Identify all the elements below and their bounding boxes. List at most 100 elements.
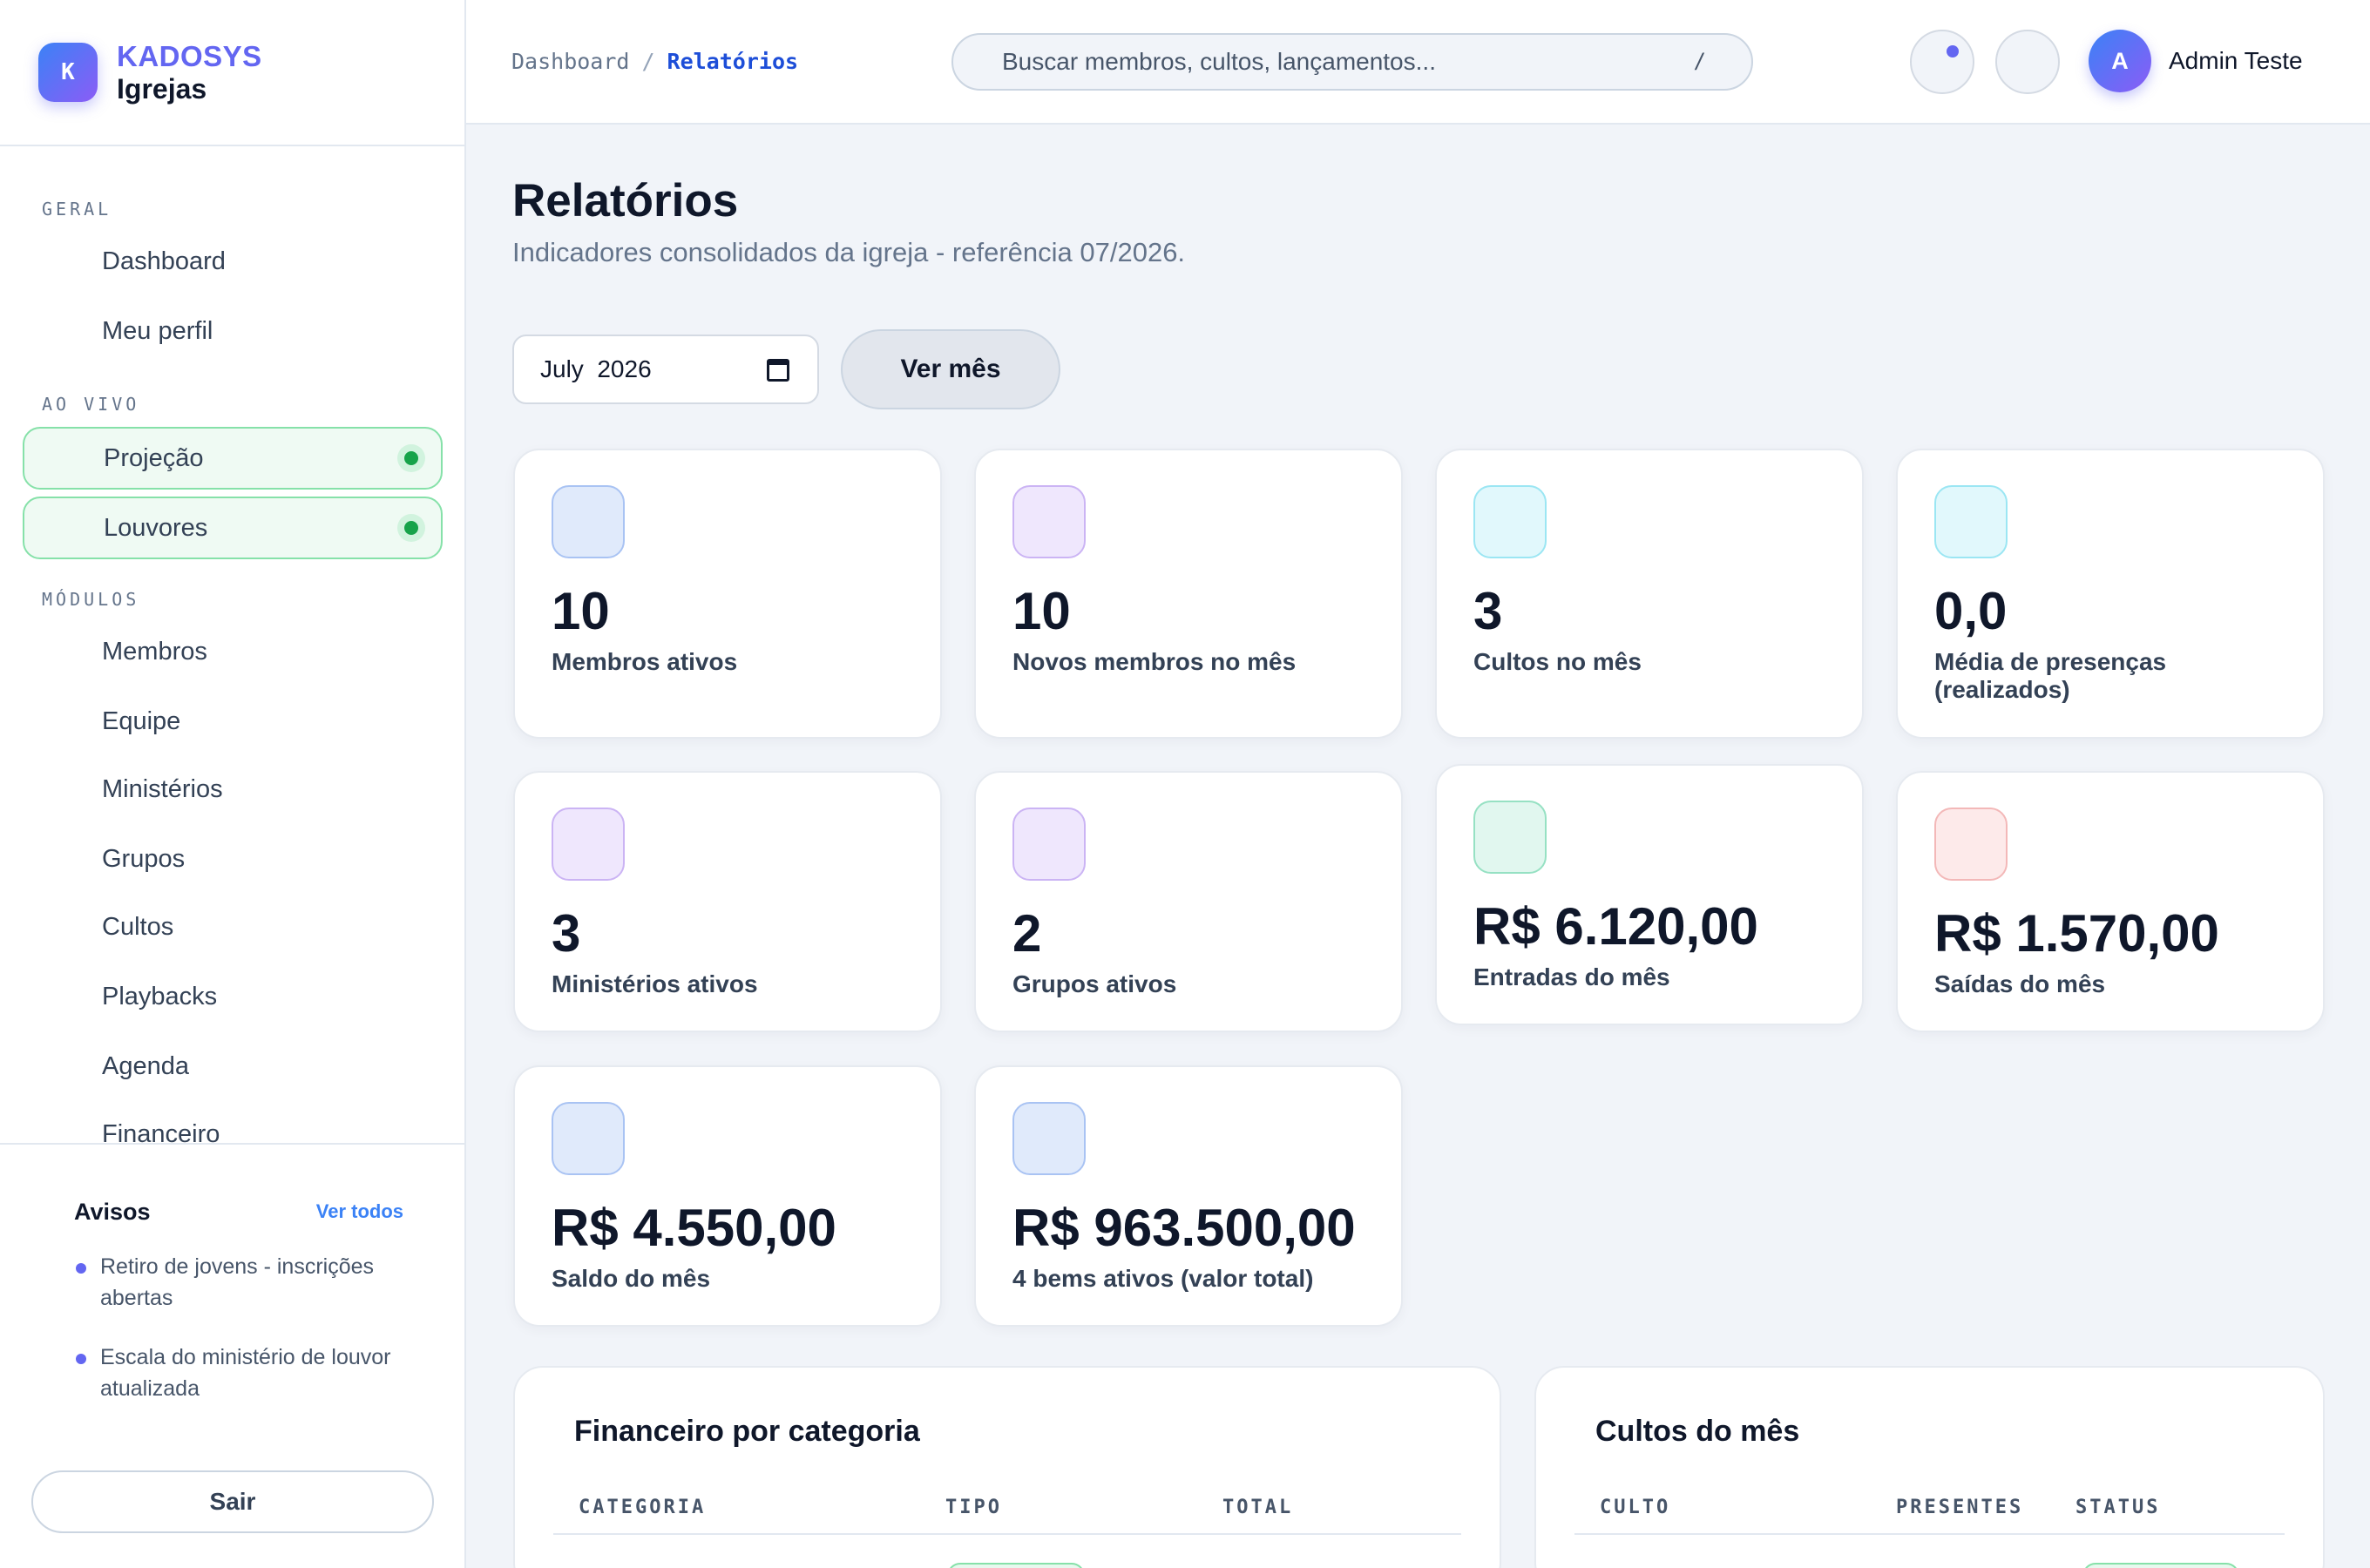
sidebar-item-label: Financeiro bbox=[102, 1119, 220, 1144]
live-indicator-icon bbox=[397, 514, 425, 542]
type-badge bbox=[947, 1563, 1085, 1568]
sidebar-item-playbacks[interactable]: Playbacks bbox=[23, 965, 443, 1028]
nav-section-ao-vivo: AO VIVO bbox=[42, 394, 140, 415]
stat-card-cultos-mes: 3 Cultos no mês bbox=[1435, 449, 1864, 739]
brand-name: KADOSYS bbox=[117, 39, 262, 72]
stat-value: 10 bbox=[1012, 582, 1071, 640]
stat-card-ministerios: 3 Ministérios ativos bbox=[513, 771, 942, 1032]
stat-label: Cultos no mês bbox=[1473, 648, 1642, 675]
sidebar-item-agenda[interactable]: Agenda bbox=[23, 1035, 443, 1098]
table-header-divider bbox=[553, 1533, 1461, 1535]
notices-view-all-link[interactable]: Ver todos bbox=[316, 1200, 403, 1223]
panel-title: Financeiro por categoria bbox=[574, 1415, 920, 1448]
column-header-presentes: PRESENTES bbox=[1896, 1497, 2024, 1518]
logout-button[interactable]: Sair bbox=[31, 1470, 434, 1533]
sidebar-item-equipe[interactable]: Equipe bbox=[23, 690, 443, 753]
stat-value: 0,0 bbox=[1934, 582, 2008, 640]
stat-value: R$ 963.500,00 bbox=[1012, 1199, 1356, 1257]
brand[interactable]: K KADOSYS Igrejas bbox=[0, 0, 464, 146]
page-title: Relatórios bbox=[512, 175, 739, 226]
column-header-culto: CULTO bbox=[1600, 1497, 1671, 1518]
stat-label: 4 bems ativos (valor total) bbox=[1012, 1265, 1314, 1292]
stat-label: Grupos ativos bbox=[1012, 970, 1177, 997]
stat-card-novos-membros: 10 Novos membros no mês bbox=[974, 449, 1403, 739]
groups-icon bbox=[1012, 808, 1086, 881]
column-header-status: STATUS bbox=[2075, 1497, 2161, 1518]
column-header-categoria: CATEGORIA bbox=[579, 1497, 707, 1518]
breadcrumb: Dashboard / Relatórios bbox=[511, 49, 798, 74]
page-subtitle: Indicadores consolidados da igreja - ref… bbox=[512, 237, 1186, 267]
sidebar-item-label: Membros bbox=[102, 637, 207, 666]
status-badge bbox=[2082, 1563, 2239, 1568]
sidebar-item-label: Ministérios bbox=[102, 774, 223, 803]
view-month-button[interactable]: Ver mês bbox=[841, 329, 1060, 409]
month-picker-input[interactable]: July 2026 bbox=[512, 335, 819, 404]
search-input[interactable]: Buscar membros, cultos, lançamentos... / bbox=[951, 33, 1753, 91]
stat-label: Média de presenças (realizados) bbox=[1934, 648, 2167, 703]
stat-card-entradas: R$ 6.120,00 Entradas do mês bbox=[1435, 764, 1864, 1025]
stat-card-saldo: R$ 4.550,00 Saldo do mês bbox=[513, 1065, 942, 1327]
table-header-divider bbox=[1574, 1533, 2285, 1535]
sidebar-item-label: Equipe bbox=[102, 706, 181, 735]
sidebar-item-meu-perfil[interactable]: Meu perfil bbox=[23, 300, 443, 362]
notice-item[interactable]: Escala do ministério de louvor atualizad… bbox=[74, 1342, 423, 1404]
sidebar-item-louvores[interactable]: Louvores bbox=[23, 497, 443, 559]
live-indicator-icon bbox=[397, 444, 425, 472]
financeiro-por-categoria-panel: Financeiro por categoria CATEGORIA TIPO … bbox=[513, 1366, 1501, 1568]
notices-panel: Avisos Ver todos Retiro de jovens - insc… bbox=[0, 1143, 464, 1568]
stat-label: Membros ativos bbox=[552, 648, 738, 675]
sidebar-item-dashboard[interactable]: Dashboard bbox=[23, 230, 443, 293]
sidebar-item-label: Projeção bbox=[104, 443, 204, 472]
stat-card-saidas: R$ 1.570,00 Saídas do mês bbox=[1896, 771, 2325, 1032]
sidebar-nav: GERAL Dashboard Meu perfil AO VIVO Proje… bbox=[0, 146, 464, 1143]
panel-title: Cultos do mês bbox=[1595, 1415, 1800, 1448]
stat-value: 2 bbox=[1012, 904, 1042, 963]
user-name[interactable]: Admin Teste bbox=[2169, 47, 2303, 75]
income-icon bbox=[1473, 801, 1547, 874]
theme-toggle-button[interactable] bbox=[1995, 30, 2060, 94]
balance-icon bbox=[552, 1102, 625, 1175]
sidebar: K KADOSYS Igrejas GERAL Dashboard Meu pe… bbox=[0, 0, 466, 1568]
sidebar-item-projecao[interactable]: Projeção bbox=[23, 427, 443, 490]
cultos-do-mes-panel: Cultos do mês CULTO PRESENTES STATUS bbox=[1534, 1366, 2325, 1568]
notification-badge-icon bbox=[1947, 45, 1959, 57]
expenses-icon bbox=[1934, 808, 2008, 881]
breadcrumb-parent-link[interactable]: Dashboard bbox=[511, 49, 629, 74]
notices-title: Avisos bbox=[74, 1199, 151, 1225]
brand-logo: K bbox=[38, 43, 98, 102]
new-members-icon bbox=[1012, 485, 1086, 558]
stat-card-bens: R$ 963.500,00 4 bems ativos (valor total… bbox=[974, 1065, 1403, 1327]
stat-card-media-presencas: 0,0 Média de presenças (realizados) bbox=[1896, 449, 2325, 739]
stat-label: Entradas do mês bbox=[1473, 963, 1670, 990]
avatar[interactable]: A bbox=[2089, 30, 2151, 92]
stat-card-membros-ativos: 10 Membros ativos bbox=[513, 449, 942, 739]
stat-label: Novos membros no mês bbox=[1012, 648, 1297, 675]
notice-item[interactable]: Retiro de jovens - inscrições abertas bbox=[74, 1251, 423, 1314]
sidebar-item-label: Playbacks bbox=[102, 982, 218, 1010]
sidebar-item-ministerios[interactable]: Ministérios bbox=[23, 758, 443, 821]
sidebar-item-label: Louvores bbox=[104, 513, 208, 542]
breadcrumb-separator: / bbox=[641, 49, 655, 74]
sidebar-item-membros[interactable]: Membros bbox=[23, 620, 443, 683]
nav-section-geral: GERAL bbox=[42, 199, 112, 220]
top-header: Dashboard / Relatórios Buscar membros, cul… bbox=[466, 0, 2370, 125]
breadcrumb-current: Relatórios bbox=[667, 49, 799, 74]
calendar-icon[interactable] bbox=[767, 359, 789, 382]
services-icon bbox=[1473, 485, 1547, 558]
sidebar-item-label: Agenda bbox=[102, 1051, 189, 1080]
column-header-total: TOTAL bbox=[1222, 1497, 1294, 1518]
search-shortcut-hint: / bbox=[1693, 49, 1706, 73]
sidebar-item-cultos[interactable]: Cultos bbox=[23, 896, 443, 958]
stat-label: Saídas do mês bbox=[1934, 970, 2106, 997]
column-header-tipo: TIPO bbox=[945, 1497, 1002, 1518]
stat-value: R$ 1.570,00 bbox=[1934, 904, 2219, 963]
sidebar-item-grupos[interactable]: Grupos bbox=[23, 828, 443, 890]
assets-icon bbox=[1012, 1102, 1086, 1175]
stat-label: Ministérios ativos bbox=[552, 970, 758, 997]
sidebar-item-financeiro[interactable]: Financeiro bbox=[23, 1103, 443, 1144]
attendance-icon bbox=[1934, 485, 2008, 558]
notifications-button[interactable] bbox=[1910, 30, 1974, 94]
search-placeholder: Buscar membros, cultos, lançamentos... bbox=[1002, 48, 1436, 75]
brand-subtitle: Igrejas bbox=[117, 72, 207, 105]
stat-label: Saldo do mês bbox=[552, 1265, 711, 1292]
